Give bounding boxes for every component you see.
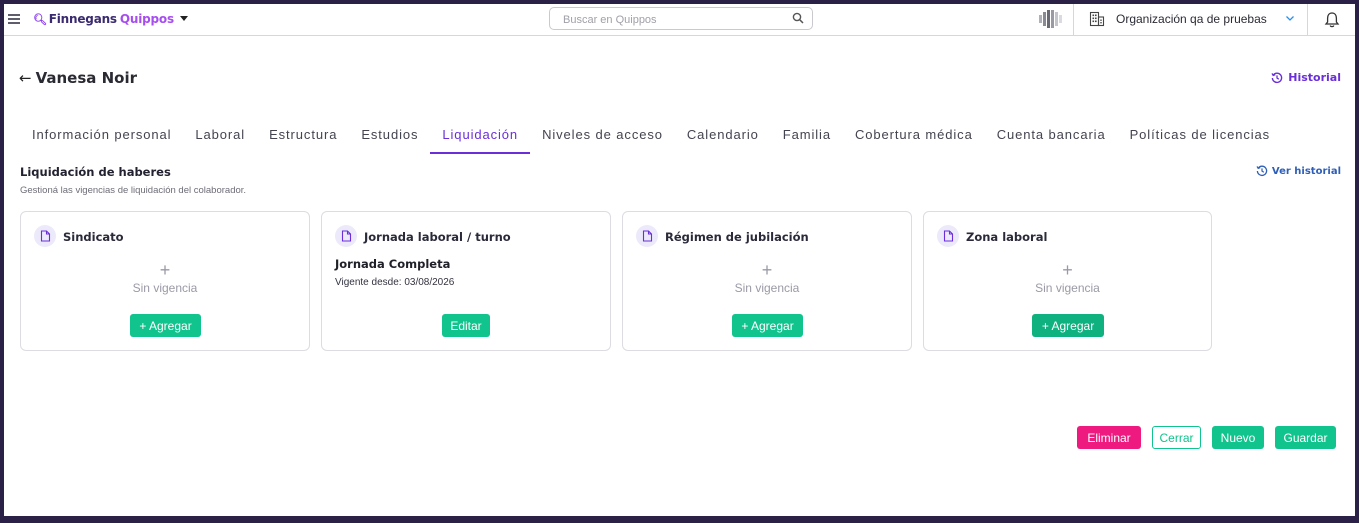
search-box — [549, 7, 813, 31]
brand-logo[interactable]: 🔍︎ Finnegans Quippos — [33, 11, 174, 27]
empty-state-text: Sin vigencia — [132, 281, 198, 295]
history-icon — [1256, 165, 1268, 177]
plus-icon[interactable]: + — [924, 260, 1211, 281]
back-button[interactable]: ← Vanesa Noir — [19, 68, 137, 88]
caret-down-icon[interactable] — [180, 16, 188, 21]
organization-name: Organización qa de pruebas — [1116, 12, 1267, 26]
tab-informacion-personal[interactable]: Información personal — [20, 122, 183, 154]
tab-cuenta-bancaria[interactable]: Cuenta bancaria — [985, 122, 1118, 154]
add-button[interactable]: + Agregar — [732, 314, 803, 337]
plus-icon[interactable]: + — [623, 260, 911, 281]
tab-estructura[interactable]: Estructura — [257, 122, 349, 154]
divider — [1307, 4, 1308, 36]
historial-label: Historial — [1288, 71, 1341, 84]
tab-politicas-de-licencias[interactable]: Políticas de licencias — [1118, 122, 1282, 154]
document-icon — [937, 225, 959, 247]
tab-calendario[interactable]: Calendario — [675, 122, 771, 154]
app-window: 🔍︎ Finnegans Quippos Buscar en Quippos O… — [4, 4, 1355, 516]
organization-selector[interactable]: Organización qa de pruebas — [1089, 10, 1299, 30]
tab-cobertura-medica[interactable]: Cobertura médica — [843, 122, 985, 154]
tab-laboral[interactable]: Laboral — [183, 122, 257, 154]
card-title: Zona laboral — [966, 230, 1048, 244]
save-button[interactable]: Guardar — [1275, 426, 1336, 449]
card-since-date: Vigente desde: 03/08/2026 — [335, 277, 455, 288]
add-button[interactable]: + Agregar — [130, 314, 201, 337]
card-title: Régimen de jubilación — [665, 230, 809, 244]
new-button[interactable]: Nuevo — [1212, 426, 1264, 449]
tab-liquidacion[interactable]: Liquidación — [430, 122, 531, 154]
historial-link[interactable]: Historial — [1271, 71, 1341, 84]
document-icon — [636, 225, 658, 247]
section-title: Liquidación de haberes — [20, 165, 171, 179]
back-arrow-icon: ← — [19, 69, 32, 87]
search-input[interactable] — [550, 9, 770, 31]
tab-niveles-de-acceso[interactable]: Niveles de acceso — [530, 122, 675, 154]
delete-button[interactable]: Eliminar — [1077, 426, 1141, 449]
brand-name-part1: Finnegans — [48, 12, 117, 26]
tab-estudios[interactable]: Estudios — [349, 122, 430, 154]
menu-icon[interactable] — [8, 14, 20, 24]
card-title: Sindicato — [63, 230, 124, 244]
tab-bar: Información personal Laboral Estructura … — [20, 122, 1282, 154]
card-sindicato: Sindicato + Sin vigencia + Agregar — [20, 211, 310, 351]
plus-icon[interactable]: + — [21, 260, 309, 281]
tab-familia[interactable]: Familia — [771, 122, 843, 154]
page-title: Vanesa Noir — [35, 69, 138, 87]
empty-state-text: Sin vigencia — [734, 281, 800, 295]
document-icon — [34, 225, 56, 247]
card-value: Jornada Completa — [335, 257, 451, 271]
card-jornada-laboral: Jornada laboral / turno Jornada Completa… — [321, 211, 611, 351]
empty-state-text: Sin vigencia — [1035, 281, 1100, 295]
card-regimen-jubilacion: Régimen de jubilación + Sin vigencia + A… — [622, 211, 912, 351]
card-title: Jornada laboral / turno — [364, 230, 511, 244]
top-bar: 🔍︎ Finnegans Quippos Buscar en Quippos O… — [4, 4, 1355, 36]
history-icon — [1271, 72, 1283, 83]
search-logo-icon: 🔍︎ — [33, 12, 47, 26]
building-icon — [1089, 11, 1105, 27]
ver-historial-label: Ver historial — [1271, 165, 1341, 177]
brand-name-part2: Quippos — [119, 12, 174, 26]
search-icon[interactable] — [792, 12, 804, 24]
bell-icon[interactable] — [1324, 11, 1340, 29]
card-zona-laboral: Zona laboral + Sin vigencia + Agregar — [923, 211, 1212, 351]
add-button[interactable]: + Agregar — [1032, 314, 1104, 337]
document-icon — [335, 225, 357, 247]
chevron-down-icon — [1286, 16, 1294, 21]
ver-historial-link[interactable]: Ver historial — [1256, 165, 1341, 177]
divider — [1073, 4, 1074, 36]
section-subtitle: Gestioná las vigencias de liquidación de… — [20, 185, 247, 196]
edit-button[interactable]: Editar — [442, 314, 490, 337]
organization-logo-icon — [1039, 10, 1062, 28]
close-button[interactable]: Cerrar — [1152, 426, 1201, 449]
